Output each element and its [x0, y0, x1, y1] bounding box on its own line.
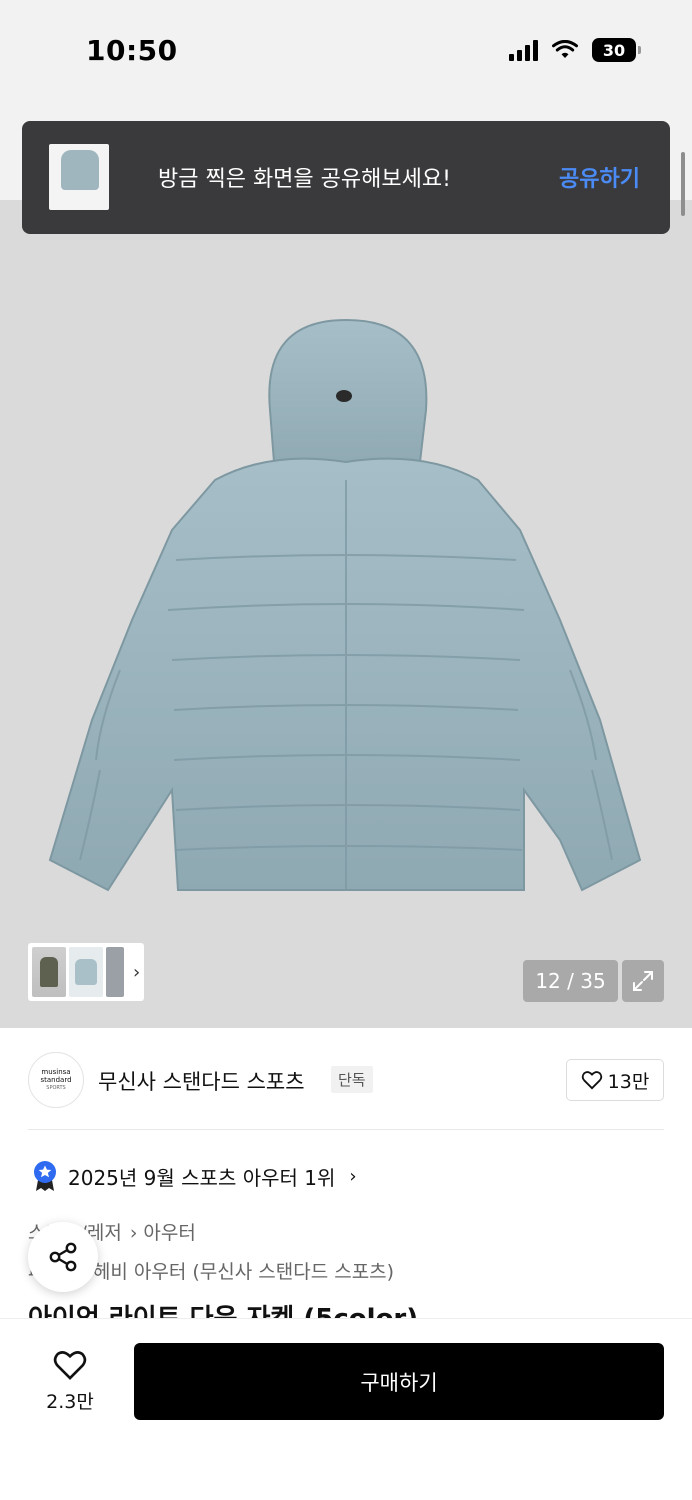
- thumbnail-more[interactable]: [106, 947, 124, 997]
- exclusive-badge: 단독: [331, 1066, 373, 1093]
- thumbnail-model[interactable]: [32, 947, 66, 997]
- chevron-right-icon: ›: [129, 1222, 138, 1244]
- buy-button[interactable]: 구매하기: [134, 1343, 664, 1420]
- product-image[interactable]: [0, 200, 692, 1028]
- share-now-button[interactable]: 공유하기: [559, 161, 640, 193]
- brand-logo[interactable]: musinsa standard SPORTS: [28, 1052, 84, 1108]
- product-title: 아이언 라이트 다운 자켓 (5color): [28, 1304, 419, 1320]
- ranking-link[interactable]: 2025년 9월 스포츠 아우터 1위 ›: [32, 1160, 357, 1192]
- jacket-illustration: [48, 318, 642, 892]
- chevron-right-icon: ›: [349, 1165, 357, 1187]
- status-time: 10:50: [86, 34, 178, 67]
- brand-name[interactable]: 무신사 스탠다드 스포츠: [98, 1066, 305, 1096]
- expand-button[interactable]: [622, 960, 664, 1002]
- product-like-button[interactable]: 2.3만: [30, 1349, 110, 1414]
- brand-like-button[interactable]: 13만: [566, 1059, 664, 1101]
- heart-icon: [53, 1351, 87, 1380]
- battery-icon: 30: [592, 38, 641, 62]
- brand-logo-text: standard: [40, 1076, 72, 1084]
- brand-logo-text: musinsa: [41, 1068, 71, 1076]
- image-counter: 12 / 35: [523, 960, 618, 1002]
- product-like-count: 2.3만: [46, 1391, 94, 1413]
- scroll-indicator[interactable]: [681, 152, 685, 216]
- wifi-icon: [552, 40, 578, 58]
- bottom-action-bar: 2.3만 구매하기: [0, 1318, 692, 1500]
- screenshot-thumbnail: [49, 144, 109, 210]
- chevron-right-icon[interactable]: ›: [133, 962, 140, 983]
- brand-like-count: 13만: [607, 1070, 650, 1093]
- brand-logo-text: SPORTS: [46, 1085, 66, 1091]
- expand-icon: [633, 971, 653, 991]
- thumbnail-strip[interactable]: ›: [28, 943, 144, 1001]
- thumbnail-product[interactable]: [69, 947, 103, 997]
- divider: [28, 1129, 664, 1130]
- toast-message: 방금 찍은 화면을 공유해보세요!: [158, 167, 451, 192]
- signal-icon: [509, 39, 538, 61]
- status-icons: 30: [509, 38, 641, 62]
- share-button[interactable]: [28, 1222, 98, 1292]
- breadcrumb-level2[interactable]: 아우터: [143, 1222, 195, 1244]
- screenshot-share-toast: 방금 찍은 화면을 공유해보세요! 공유하기: [22, 121, 670, 234]
- ranking-text: 2025년 9월 스포츠 아우터 1위: [68, 1165, 336, 1190]
- rank-badge-icon: [34, 1161, 56, 1191]
- share-icon: [49, 1242, 77, 1272]
- heart-icon: [581, 1071, 602, 1090]
